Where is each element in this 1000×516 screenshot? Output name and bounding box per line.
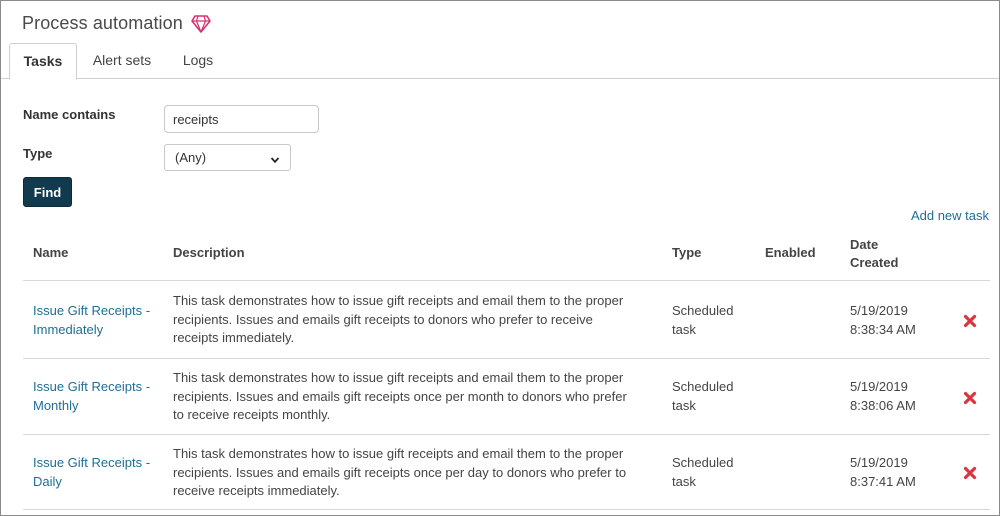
description-line: receive receipts immediately. xyxy=(173,483,340,498)
date-line: 8:38:06 AM xyxy=(850,397,916,413)
type-line: task xyxy=(672,473,696,489)
gem-icon xyxy=(191,14,211,33)
date-line: 8:38:34 AM xyxy=(850,321,916,337)
task-name-line: Issue Gift Receipts - xyxy=(33,379,151,394)
date-line: 5/19/2019 xyxy=(850,303,908,318)
add-new-task-link[interactable]: Add new task xyxy=(911,208,989,223)
name-contains-label: Name contains xyxy=(23,107,116,122)
app-frame: Process automation Tasks Alert sets Logs… xyxy=(0,0,1000,516)
description-line: receipts immediately. xyxy=(173,330,295,345)
task-name-link[interactable]: Issue Gift Receipts - Monthly xyxy=(33,378,150,415)
column-header-enabled: Enabled xyxy=(765,245,816,260)
column-header-date-line2: Created xyxy=(850,255,899,270)
date-line: 8:37:41 AM xyxy=(850,473,916,489)
description-line: to receive receipts monthly. xyxy=(173,407,331,422)
column-header-description: Description xyxy=(173,245,245,260)
column-header-type: Type xyxy=(672,245,702,260)
table-row: Issue Gift Receipts - Immediately This t… xyxy=(23,280,990,358)
description-line: recipients. Issues and emails gift recei… xyxy=(173,311,593,327)
task-type: Scheduled task xyxy=(672,378,733,415)
date-line: 5/19/2019 xyxy=(850,455,908,470)
task-name-line: Issue Gift Receipts - xyxy=(33,455,151,470)
column-header-date-line1: Date xyxy=(850,237,879,252)
task-name-line: Daily xyxy=(33,473,62,489)
chevron-down-icon xyxy=(270,153,280,163)
type-line: task xyxy=(672,321,696,337)
task-date-created: 5/19/2019 8:38:06 AM xyxy=(850,378,916,415)
task-name-line: Issue Gift Receipts - xyxy=(33,303,151,318)
delete-icon[interactable] xyxy=(963,314,977,328)
type-label: Type xyxy=(23,146,53,161)
tab-bar: Tasks Alert sets Logs xyxy=(1,43,999,80)
description-line: This task demonstrates how to issue gift… xyxy=(173,370,624,385)
type-line: Scheduled xyxy=(672,303,734,318)
description-line: This task demonstrates how to issue gift… xyxy=(173,293,624,308)
find-button[interactable]: Find xyxy=(23,177,72,207)
task-description: This task demonstrates how to issue gift… xyxy=(173,445,626,501)
description-line: This task demonstrates how to issue gift… xyxy=(173,446,624,461)
task-name-line: Immediately xyxy=(33,321,104,337)
type-line: Scheduled xyxy=(672,379,734,394)
tab-logs[interactable]: Logs xyxy=(173,43,223,79)
table-row: Issue Gift Receipts - Daily This task de… xyxy=(23,434,990,510)
type-select-value: (Any) xyxy=(175,150,207,165)
task-name-link[interactable]: Issue Gift Receipts - Immediately xyxy=(33,302,150,339)
task-name-link[interactable]: Issue Gift Receipts - Daily xyxy=(33,454,150,491)
tab-tasks[interactable]: Tasks xyxy=(9,43,77,80)
column-header-name: Name xyxy=(33,245,69,260)
name-contains-input[interactable] xyxy=(164,105,319,133)
task-description: This task demonstrates how to issue gift… xyxy=(173,292,623,348)
task-type: Scheduled task xyxy=(672,302,733,339)
description-line: recipients. Issues and emails gift recei… xyxy=(173,464,627,480)
table-row: Issue Gift Receipts - Monthly This task … xyxy=(23,358,990,434)
task-description: This task demonstrates how to issue gift… xyxy=(173,369,627,425)
date-line: 5/19/2019 xyxy=(850,379,908,394)
task-type: Scheduled task xyxy=(672,454,733,491)
delete-icon[interactable] xyxy=(963,391,977,405)
type-line: task xyxy=(672,397,696,413)
task-date-created: 5/19/2019 8:37:41 AM xyxy=(850,454,916,491)
page-header: Process automation xyxy=(22,13,211,34)
page-title: Process automation xyxy=(22,13,183,33)
delete-icon[interactable] xyxy=(963,466,977,480)
task-date-created: 5/19/2019 8:38:34 AM xyxy=(850,302,916,339)
type-line: Scheduled xyxy=(672,455,734,470)
task-name-line: Monthly xyxy=(33,397,79,413)
type-select[interactable]: (Any) xyxy=(164,144,291,171)
tab-alert-sets[interactable]: Alert sets xyxy=(85,43,159,79)
description-line: recipients. Issues and emails gift recei… xyxy=(173,388,627,404)
